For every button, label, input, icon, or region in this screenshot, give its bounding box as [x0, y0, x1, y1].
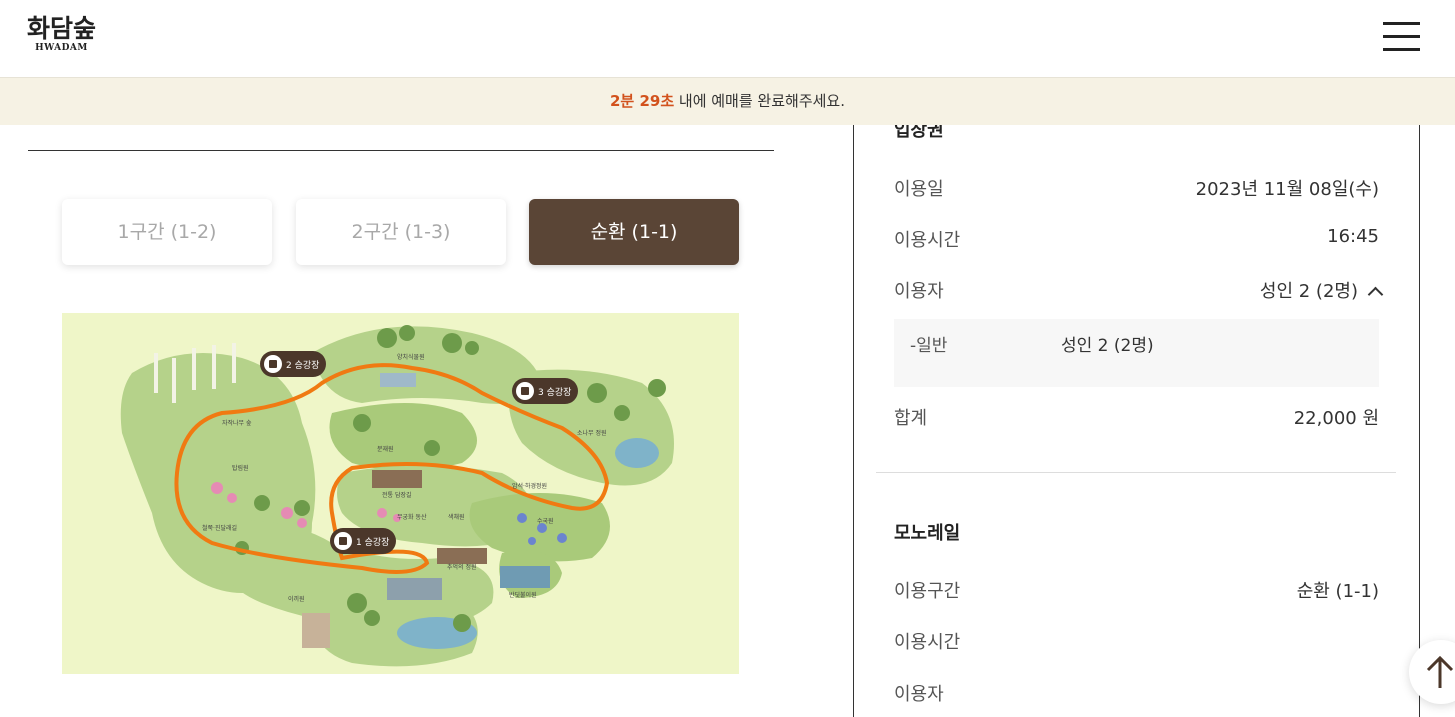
total-value: 22,000 원 — [1293, 408, 1379, 429]
booking-timer-bar: 2분 29초 내에 예매를 완료해주세요. — [0, 77, 1455, 125]
map-area-label: 추억의 정원 — [447, 563, 477, 571]
chevron-up-icon[interactable] — [1367, 286, 1384, 303]
map-building-entrance — [302, 613, 330, 648]
monorail-route-value: 순환 (1-1) — [1296, 581, 1379, 602]
timer-countdown: 2분 29초 — [609, 92, 675, 110]
monorail-time-label: 이용시간 — [894, 632, 961, 653]
logo-korean: 화담숲 — [27, 14, 97, 43]
map-area-label: 양치식물원 — [397, 353, 425, 361]
map-area-label: 소나무 정원 — [577, 429, 607, 437]
monorail-route-map: 2 승강장 3 승강장 1 승강장 양치식물원 자작나무 숲 분재원 소나무 정… — [62, 313, 739, 674]
use-date-label: 이용일 — [894, 179, 944, 200]
user-label: 이용자 — [894, 281, 944, 302]
map-station-1-label: 1 승강장 — [356, 537, 389, 548]
map-building-station — [387, 578, 442, 600]
map-land-north — [312, 326, 542, 404]
order-summary-panel: 입장권 이용일 2023년 11월 08일(수) 이용시간 16:45 이용자 … — [853, 120, 1420, 717]
map-illustration: 2 승강장 3 승강장 1 승강장 양치식물원 자작나무 숲 분재원 소나무 정… — [120, 325, 674, 667]
map-area-label: 반딧불이원 — [509, 591, 537, 599]
use-time-value: 16:45 — [1327, 226, 1379, 247]
total-label: 합계 — [894, 408, 928, 429]
map-area-label: 철쭉·진달래길 — [202, 524, 237, 532]
scroll-to-top-button[interactable] — [1409, 640, 1455, 704]
map-building-firefly — [500, 566, 550, 588]
user-detail-box: -일반 성인 2 (2명) — [894, 319, 1379, 387]
map-area-label: 암석·하경정원 — [512, 482, 547, 490]
map-station-1: 1 승강장 — [330, 528, 396, 554]
user-toggle[interactable]: 성인 2 (2명) — [1259, 277, 1384, 303]
use-time-label: 이용시간 — [894, 230, 961, 251]
tab-route-1[interactable]: 1구간 (1-2) — [62, 199, 272, 265]
map-pond-east — [615, 438, 659, 468]
site-header: 화담숲 HWADAM — [0, 0, 1455, 77]
map-area-label: 전통 담장길 — [382, 491, 412, 499]
map-area-label: 수국원 — [537, 517, 554, 525]
logo-english: HWADAM — [35, 43, 88, 53]
user-value: 성인 2 (2명) — [1259, 281, 1358, 302]
monorail-user-label: 이용자 — [894, 684, 944, 705]
use-date-value: 2023년 11월 08일(수) — [1195, 179, 1379, 200]
section-divider — [28, 150, 774, 151]
map-land-center — [329, 403, 477, 471]
map-station-3: 3 승강장 — [512, 378, 578, 404]
hamburger-menu-icon[interactable] — [1383, 21, 1421, 53]
user-detail-label: -일반 — [910, 336, 948, 356]
map-area-label: 이끼원 — [288, 595, 305, 603]
arrow-up-icon — [1426, 655, 1454, 688]
map-area-label: 색채원 — [448, 513, 465, 521]
map-building-memory — [437, 548, 487, 564]
timer-message: 내에 예매를 완료해주세요. — [674, 92, 845, 110]
map-area-label: 자작나무 숲 — [222, 419, 252, 427]
map-building-greenhouse — [380, 373, 416, 387]
map-station-2: 2 승강장 — [260, 351, 326, 377]
tab-route-loop[interactable]: 순환 (1-1) — [529, 199, 739, 265]
user-detail-value: 성인 2 (2명) — [1061, 336, 1154, 356]
summary-divider — [876, 472, 1396, 473]
map-area-label: 탑림원 — [232, 464, 249, 472]
map-building-traditional — [372, 470, 422, 488]
map-area-label: 분재원 — [377, 445, 394, 453]
tab-route-2[interactable]: 2구간 (1-3) — [296, 199, 506, 265]
monorail-section-title: 모노레일 — [894, 523, 961, 544]
map-station-2-label: 2 승강장 — [286, 360, 319, 371]
map-area-label: 무궁화 동산 — [397, 513, 427, 521]
map-station-3-label: 3 승강장 — [538, 387, 571, 398]
monorail-route-label: 이용구간 — [894, 581, 961, 602]
site-logo[interactable]: 화담숲 HWADAM — [27, 14, 96, 53]
